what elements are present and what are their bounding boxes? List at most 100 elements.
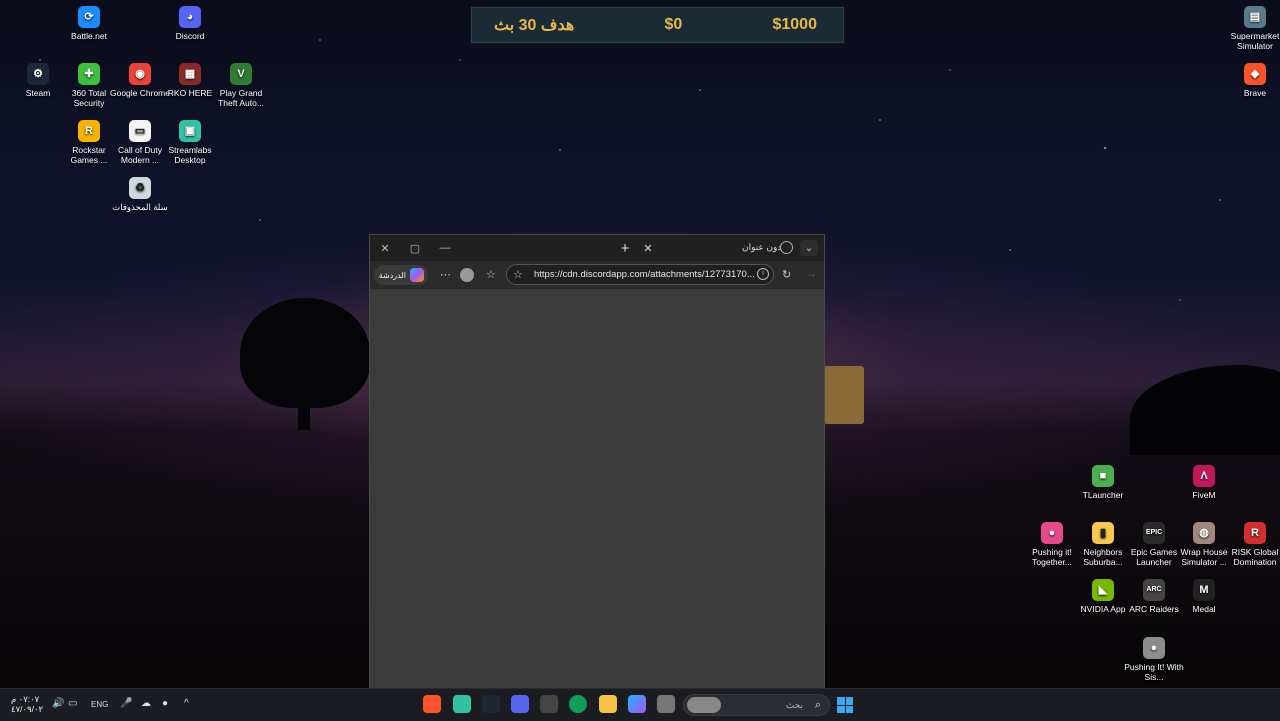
chrome-icon: ◉ bbox=[129, 63, 151, 85]
clock-time: ٠٧:٠٧ م bbox=[11, 694, 40, 704]
current-money: $0 bbox=[664, 16, 683, 33]
taskbar-brave-icon[interactable] bbox=[423, 695, 441, 713]
desktop-icon-brave[interactable]: ◆ Brave bbox=[1224, 63, 1280, 98]
copilot-icon bbox=[410, 268, 424, 282]
tray-app-icon[interactable]: ● bbox=[162, 698, 168, 709]
streamlabs-icon: ▣ bbox=[179, 120, 201, 142]
fivem-icon: Λ bbox=[1193, 465, 1215, 487]
battlenet-icon: ⟳ bbox=[78, 6, 100, 28]
game-icon: ◍ bbox=[1193, 522, 1215, 544]
clock-date: ٤٧/٠٩/٠٢ bbox=[11, 704, 44, 714]
taskbar-task-view-icon[interactable] bbox=[657, 695, 675, 713]
more-options-icon[interactable]: ⋯ bbox=[440, 268, 451, 281]
show-hidden-icons-icon[interactable]: ^ bbox=[184, 698, 189, 709]
icon-label: Streamlabs Desktop bbox=[168, 145, 212, 165]
tab-actions-menu[interactable]: ⌄ bbox=[800, 240, 818, 256]
search-highlight-image bbox=[687, 697, 721, 713]
title-bar: ✕ ▢ — + ✕ دون عنوان ⌄ bbox=[370, 235, 824, 261]
taskbar-store-icon[interactable] bbox=[540, 695, 558, 713]
wallpaper-tree-trunk bbox=[298, 390, 310, 430]
wallpaper-truck bbox=[824, 366, 864, 424]
desktop-icon-discord[interactable]: ◕ Discord bbox=[159, 6, 221, 41]
security-icon: ✚ bbox=[78, 63, 100, 85]
icon-label: FiveM bbox=[1192, 490, 1216, 500]
rockstar-icon: R bbox=[78, 120, 100, 142]
taskbar-edge-icon[interactable] bbox=[569, 695, 587, 713]
arc-raiders-icon: ARC bbox=[1143, 579, 1165, 601]
taskbar-discord-icon[interactable] bbox=[511, 695, 529, 713]
maximize-button[interactable]: ▢ bbox=[400, 235, 430, 261]
nvidia-icon: ◣ bbox=[1092, 579, 1114, 601]
new-tab-button[interactable]: + bbox=[614, 235, 636, 261]
globe-icon bbox=[780, 241, 793, 254]
medal-icon: M bbox=[1193, 579, 1215, 601]
taskbar-streamlabs-icon[interactable] bbox=[453, 695, 471, 713]
language-indicator[interactable]: ENG bbox=[91, 700, 108, 709]
stream-goal-overlay: هدف 30 بث $0 $1000 bbox=[471, 7, 844, 43]
desktop-icon-medal[interactable]: M Medal bbox=[1173, 579, 1235, 614]
browser-toolbar: الدردشة ⋯ ☆ ☆ https://cdn.discordapp.com… bbox=[370, 261, 824, 289]
icon-label: Play Grand Theft Auto... bbox=[218, 88, 264, 108]
icon-label: TLauncher bbox=[1082, 490, 1124, 500]
steam-icon: ⚙ bbox=[27, 63, 49, 85]
desktop-icon-pushing-it-sis[interactable]: ● Pushing It! With Sis... bbox=[1123, 637, 1185, 682]
game-icon: ● bbox=[1041, 522, 1063, 544]
search-icon: ⌕ bbox=[814, 699, 821, 711]
desktop-icon-streamlabs[interactable]: ▣ Streamlabs Desktop bbox=[159, 120, 221, 165]
icon-label: Discord bbox=[175, 31, 205, 41]
address-bar[interactable]: ☆ https://cdn.discordapp.com/attachments… bbox=[506, 264, 774, 285]
taskbar-search[interactable]: بحث ⌕ bbox=[683, 694, 830, 716]
site-info-icon[interactable]: i bbox=[757, 268, 769, 280]
clock[interactable]: ٠٧:٠٧ م ٤٧/٠٩/٠٢ bbox=[11, 694, 43, 714]
start-windows-icon[interactable] bbox=[837, 697, 853, 713]
url-text[interactable]: https://cdn.discordapp.com/attachments/1… bbox=[534, 269, 755, 280]
desktop-icon-risk[interactable]: R RISK Global Domination bbox=[1224, 522, 1280, 567]
goal-text: هدف 30 بث bbox=[494, 17, 575, 34]
icon-label: Brave bbox=[1243, 88, 1267, 98]
copilot-chat-button[interactable]: الدردشة bbox=[374, 265, 428, 285]
wallpaper-hill bbox=[1130, 365, 1280, 455]
epic-games-icon: EPIC bbox=[1143, 522, 1165, 544]
onedrive-icon[interactable]: ☁ bbox=[141, 698, 151, 709]
close-window-button[interactable]: ✕ bbox=[370, 235, 400, 261]
target-money: $1000 bbox=[772, 16, 817, 33]
minimize-button[interactable]: — bbox=[430, 235, 460, 261]
risk-icon: R bbox=[1244, 522, 1266, 544]
desktop-icon-fivem[interactable]: Λ FiveM bbox=[1173, 465, 1235, 500]
forward-icon[interactable]: → bbox=[806, 268, 817, 280]
desktop-icon-battlenet[interactable]: ⟳ Battle.net bbox=[58, 6, 120, 41]
browser-window[interactable]: ✕ ▢ — + ✕ دون عنوان ⌄ الدردشة ⋯ ☆ ☆ http… bbox=[369, 234, 825, 690]
desktop-icon-gta[interactable]: V Play Grand Theft Auto... bbox=[210, 63, 272, 108]
tlauncher-icon: ■ bbox=[1092, 465, 1114, 487]
gta-icon: V bbox=[230, 63, 252, 85]
microphone-icon[interactable]: 🎤 bbox=[120, 698, 132, 709]
desktop-icon-supermarket[interactable]: ▤ Supermarket Simulator bbox=[1224, 6, 1280, 51]
brave-icon: ◆ bbox=[1244, 63, 1266, 85]
icon-label: Supermarket Simulator bbox=[1230, 31, 1280, 51]
tab-title[interactable]: دون عنوان bbox=[742, 242, 781, 253]
network-icon[interactable]: ▭ bbox=[68, 698, 77, 709]
desktop-icon-recycle-bin[interactable]: ♻ سلة المحذوفات bbox=[109, 177, 171, 212]
taskbar: ٠٧:٠٧ م ٤٧/٠٩/٠٢ 🔊 ▭ ENG 🎤 ☁ ● ^ بحث ⌕ bbox=[0, 688, 1280, 721]
close-tab-button[interactable]: ✕ bbox=[638, 235, 658, 261]
desktop-icon-tlauncher[interactable]: ■ TLauncher bbox=[1072, 465, 1134, 500]
game-icon: ▮ bbox=[1092, 522, 1114, 544]
icon-label: Medal bbox=[1192, 604, 1216, 614]
icon-label: Battle.net bbox=[71, 31, 107, 41]
taskbar-file-explorer-icon[interactable] bbox=[599, 695, 617, 713]
icon-label: RISK Global Domination bbox=[1231, 547, 1279, 567]
favorites-icon[interactable]: ☆ bbox=[486, 268, 496, 281]
game-icon: ● bbox=[1143, 637, 1165, 659]
taskbar-copilot-icon[interactable] bbox=[628, 695, 646, 713]
refresh-icon[interactable]: ↻ bbox=[782, 268, 791, 281]
icon-label: Pushing It! With Sis... bbox=[1124, 662, 1184, 682]
add-favorite-icon[interactable]: ☆ bbox=[513, 268, 523, 281]
taskbar-steam-icon[interactable] bbox=[482, 695, 500, 713]
archive-icon: ▦ bbox=[179, 63, 201, 85]
icon-label: سلة المحذوفات bbox=[112, 202, 168, 212]
volume-icon[interactable]: 🔊 bbox=[52, 698, 64, 709]
chat-label: الدردشة bbox=[378, 270, 406, 280]
profile-avatar[interactable] bbox=[460, 268, 474, 282]
file-icon: ▭ bbox=[129, 120, 151, 142]
supermarket-icon: ▤ bbox=[1244, 6, 1266, 28]
